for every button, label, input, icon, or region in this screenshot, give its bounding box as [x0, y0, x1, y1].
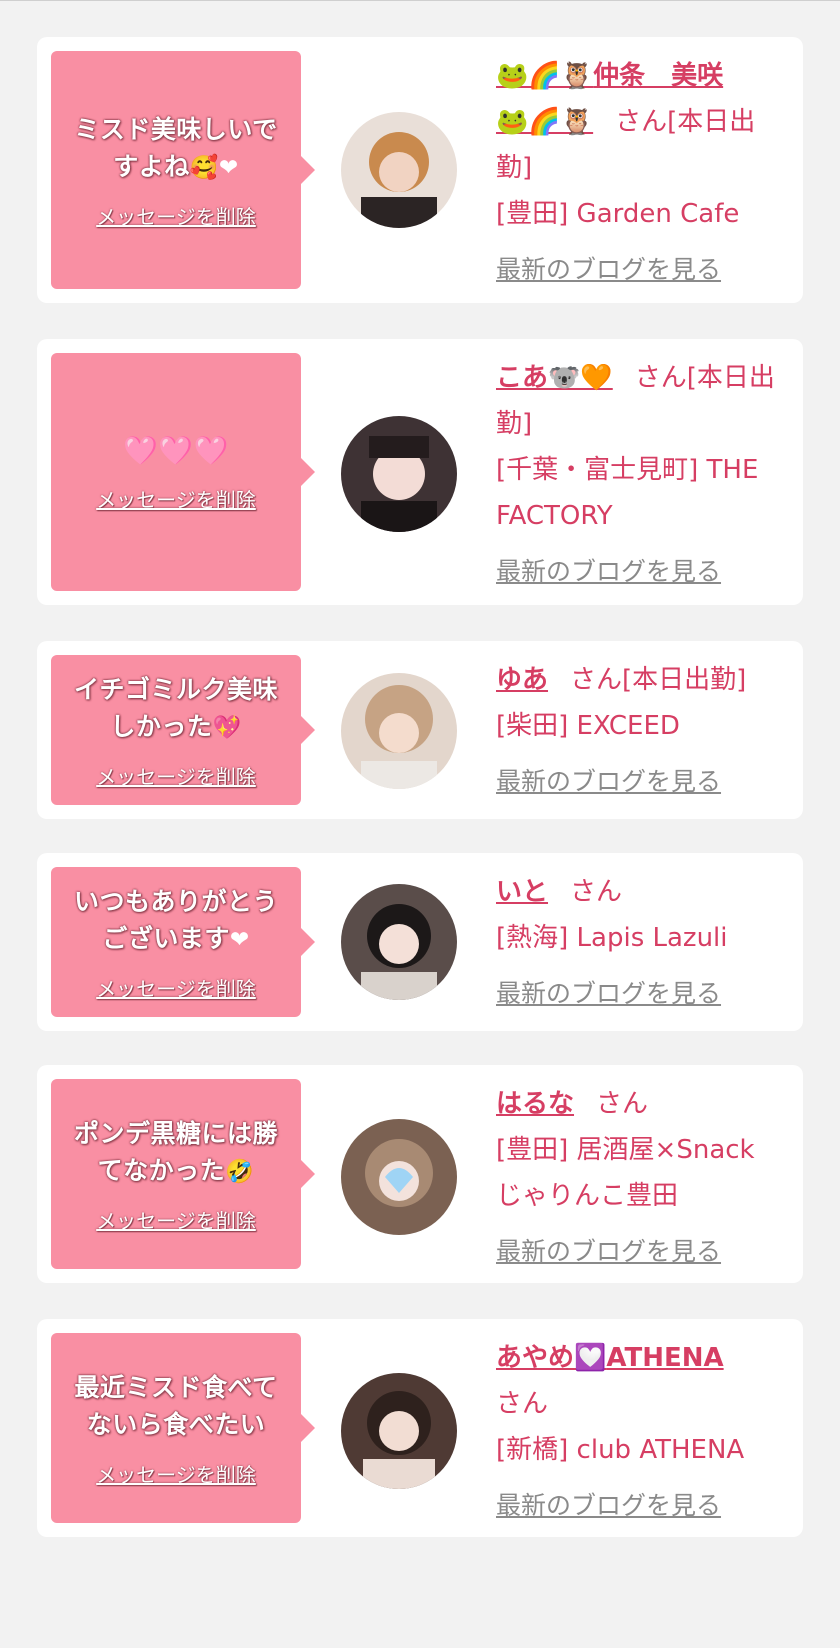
avatar[interactable] — [341, 884, 457, 1000]
message-bubble: イチゴミルク美味しかった💖 メッセージを削除 — [51, 655, 315, 805]
shop-name: [豊田] 居酒屋×Snack じゃりんこ豊田 — [496, 1135, 755, 1211]
cast-name-link[interactable]: 🐸🌈🦉仲条 美咲 — [496, 61, 723, 91]
cast-info: あやめ💟ATHENA さん [新橋] club ATHENA 最新のブログを見る — [496, 1335, 787, 1529]
cast-status: さん — [596, 1089, 649, 1119]
cast-info: 🐸🌈🦉仲条 美咲 🐸🌈🦉 さん[本日出勤] [豊田] Garden Cafe 最新… — [496, 53, 787, 293]
message-bubble: ポンデ黒糖には勝てなかった🤣 メッセージを削除 — [51, 1079, 315, 1269]
cast-info: ゆあ さん[本日出勤] [柴田] EXCEED 最新のブログを見る — [496, 657, 787, 805]
cast-name-link[interactable]: はるな — [496, 1089, 574, 1119]
avatar[interactable] — [341, 673, 457, 789]
cast-name-link[interactable]: ゆあ — [496, 665, 548, 695]
message-card: いつもありがとうございます❤ メッセージを削除 いと さん [熱海] Lapis … — [37, 853, 803, 1031]
message-bubble: 🩷🩷🩷 メッセージを削除 — [51, 353, 315, 591]
cast-info: こあ🐨🧡 さん[本日出勤] [千葉・富士見町] THE FACTORY 最新のブロ… — [496, 355, 787, 595]
shop-name: [柴田] EXCEED — [496, 711, 680, 741]
latest-blog-link[interactable]: 最新のブログを見る — [496, 759, 787, 805]
message-card: 🩷🩷🩷 メッセージを削除 こあ🐨🧡 さん[本日出勤] [千葉・富士見町] THE … — [37, 339, 803, 605]
cast-status: さん[本日出勤] — [570, 665, 747, 695]
message-bubble: いつもありがとうございます❤ メッセージを削除 — [51, 867, 315, 1017]
message-text: ポンデ黒糖には勝てなかった🤣 — [73, 1118, 278, 1185]
latest-blog-link[interactable]: 最新のブログを見る — [496, 1483, 787, 1529]
shop-name: [新橋] club ATHENA — [496, 1435, 745, 1465]
delete-message-link[interactable]: メッセージを削除 — [96, 1205, 256, 1234]
message-text: いつもありがとうございます❤ — [73, 886, 278, 953]
message-card: 最近ミスド食べてないら食べたい メッセージを削除 あやめ💟ATHENA さん [… — [37, 1319, 803, 1537]
delete-message-link[interactable]: メッセージを削除 — [96, 973, 256, 1002]
avatar[interactable] — [341, 1119, 457, 1235]
message-list: ミスド美味しいですよね🥰❤ メッセージを削除 🐸🌈🦉仲条 美咲 🐸🌈🦉 さん[本日… — [0, 1, 840, 1648]
cast-name-link[interactable]: こあ🐨🧡 — [496, 363, 613, 393]
cast-name-link[interactable]: いと — [496, 877, 548, 907]
message-text: イチゴミルク美味しかった💖 — [73, 674, 278, 741]
cast-status: さん — [496, 1389, 549, 1419]
avatar[interactable] — [341, 416, 457, 532]
message-text: 🩷🩷🩷 — [122, 433, 230, 467]
message-card: イチゴミルク美味しかった💖 メッセージを削除 ゆあ さん[本日出勤] [柴田] E… — [37, 641, 803, 819]
avatar[interactable] — [341, 1373, 457, 1489]
cast-name-deco[interactable]: 🐸🌈🦉 — [496, 107, 593, 137]
latest-blog-link[interactable]: 最新のブログを見る — [496, 247, 787, 293]
message-card: ポンデ黒糖には勝てなかった🤣 メッセージを削除 はるな さん [豊田] 居酒屋×S… — [37, 1065, 803, 1283]
delete-message-link[interactable]: メッセージを削除 — [96, 201, 256, 230]
cast-info: いと さん [熱海] Lapis Lazuli 最新のブログを見る — [496, 869, 787, 1017]
message-bubble: ミスド美味しいですよね🥰❤ メッセージを削除 — [51, 51, 315, 289]
message-card: ミスド美味しいですよね🥰❤ メッセージを削除 🐸🌈🦉仲条 美咲 🐸🌈🦉 さん[本日… — [37, 37, 803, 303]
cast-info: はるな さん [豊田] 居酒屋×Snack じゃりんこ豊田 最新のブログを見る — [496, 1081, 787, 1275]
shop-name: [千葉・富士見町] THE FACTORY — [496, 455, 759, 531]
avatar[interactable] — [341, 112, 457, 228]
latest-blog-link[interactable]: 最新のブログを見る — [496, 971, 787, 1017]
message-bubble: 最近ミスド食べてないら食べたい メッセージを削除 — [51, 1333, 315, 1523]
message-text: 最近ミスド食べてないら食べたい — [74, 1372, 278, 1439]
message-text: ミスド美味しいですよね🥰❤ — [74, 114, 278, 181]
cast-name-link[interactable]: あやめ💟ATHENA — [496, 1343, 724, 1373]
delete-message-link[interactable]: メッセージを削除 — [96, 761, 256, 790]
shop-name: [熱海] Lapis Lazuli — [496, 923, 728, 953]
cast-status: さん — [570, 877, 623, 907]
latest-blog-link[interactable]: 最新のブログを見る — [496, 1229, 787, 1275]
delete-message-link[interactable]: メッセージを削除 — [96, 484, 256, 513]
shop-name: [豊田] Garden Cafe — [496, 199, 740, 229]
latest-blog-link[interactable]: 最新のブログを見る — [496, 549, 787, 595]
delete-message-link[interactable]: メッセージを削除 — [96, 1459, 256, 1488]
